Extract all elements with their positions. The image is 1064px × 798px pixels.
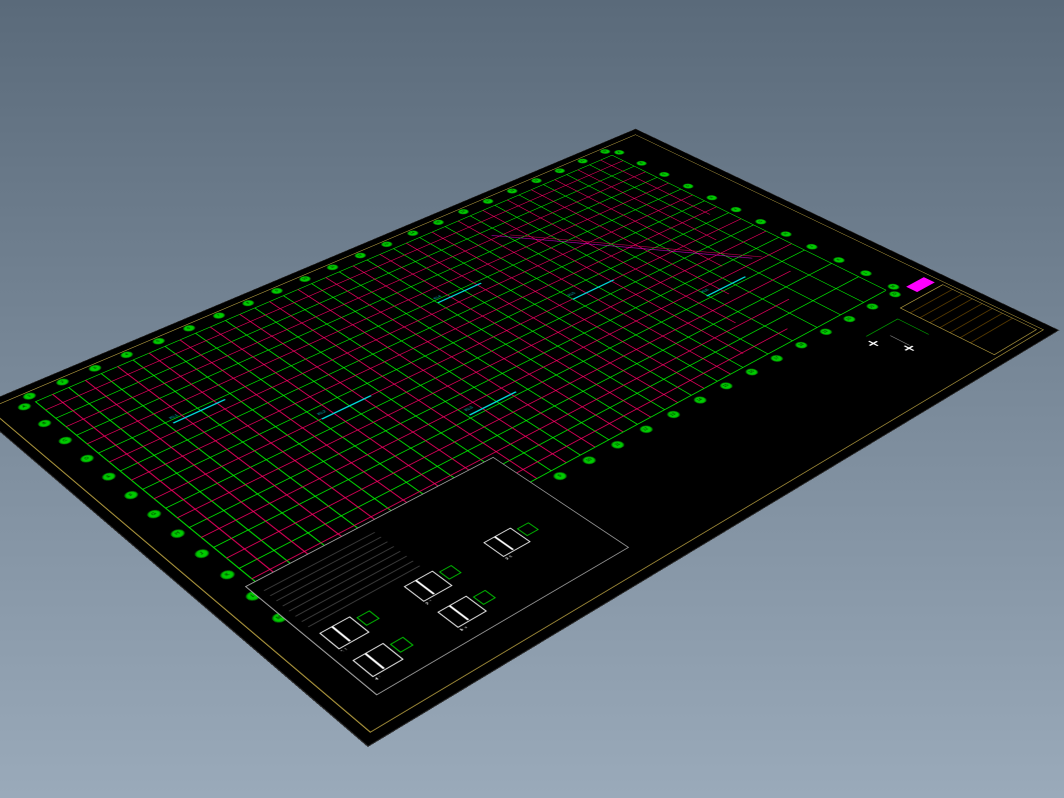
- section-detail: [437, 596, 487, 628]
- beam-line-v: [269, 301, 537, 478]
- note-line: [284, 548, 400, 612]
- beam-callout: [469, 391, 517, 415]
- note-line: [297, 557, 413, 621]
- grid-line-h: [35, 155, 612, 402]
- section-detail: [352, 643, 403, 677]
- grid-line-v: [35, 401, 291, 611]
- grid-line-v: [164, 346, 428, 537]
- viewport-3d[interactable]: AABBCCDDEEFFGGHHJJKKLLMM1122334455667788…: [0, 0, 1064, 798]
- grid-line-v: [611, 155, 886, 290]
- beam-label: KL2: [317, 410, 328, 416]
- section-stem: [364, 653, 385, 669]
- grid-line-v: [101, 373, 361, 573]
- section-detail: [319, 616, 370, 649]
- cad-drawing-sheet: AABBCCDDEEFFGGHHJJKKLLMM1122334455667788…: [0, 129, 1058, 746]
- beam-line-v: [148, 353, 411, 547]
- section-label: 3-3: [504, 555, 513, 560]
- section-stem: [415, 580, 435, 595]
- section-hatch: [356, 610, 379, 625]
- beam-line-h: [45, 161, 623, 411]
- note-line: [304, 562, 421, 627]
- section-detail: [404, 571, 453, 602]
- grid-line-h: [55, 166, 634, 419]
- beam-label: KL3: [464, 406, 475, 412]
